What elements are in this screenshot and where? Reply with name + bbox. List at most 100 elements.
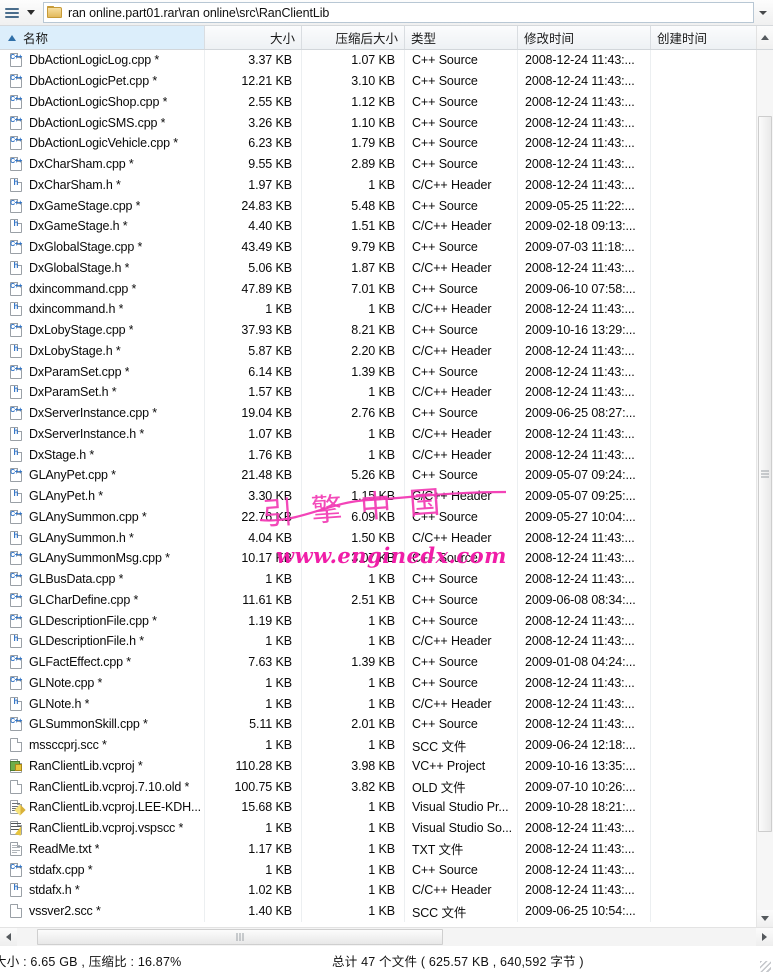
file-row[interactable]: mssccprj.scc * 1 KB 1 KB SCC 文件 2009-06-24 1… bbox=[0, 734, 756, 756]
file-row[interactable]: C++ DbActionLogicLog.cpp * 3.37 KB 1.07 KB C… bbox=[0, 50, 756, 71]
file-row[interactable]: h dxincommand.h * 1 KB 1 KB C/C++ Header 2008… bbox=[0, 299, 756, 320]
file-name-cell: h DxGlobalStage.h * bbox=[0, 257, 205, 279]
file-created-cell bbox=[651, 195, 756, 216]
file-row[interactable]: C++ GLCharDefine.cpp * 11.61 KB 2.51 KB C++ … bbox=[0, 589, 756, 611]
file-packed-size-cell: 1.15 KB bbox=[302, 485, 405, 507]
menu-icon[interactable] bbox=[4, 5, 20, 21]
file-row[interactable]: h GLAnyPet.h * 3.30 KB 1.15 KB C/C++ Header 2… bbox=[0, 485, 756, 507]
file-row[interactable]: C++ DxCharSham.cpp * 9.55 KB 2.89 KB C++ Sou… bbox=[0, 153, 756, 175]
file-modified-cell: 2008-12-24 11:43:... bbox=[518, 631, 651, 652]
file-row[interactable]: h DxCharSham.h * 1.97 KB 1 KB C/C++ Header 20… bbox=[0, 174, 756, 196]
file-size-cell: 5.87 KB bbox=[205, 340, 302, 362]
address-input[interactable]: ran online.part01.rar\ran online\src\Ran… bbox=[43, 2, 754, 23]
file-modified-cell: 2008-12-24 11:43:... bbox=[518, 50, 651, 71]
vertical-scrollbar-thumb[interactable] bbox=[758, 116, 772, 832]
horizontal-scrollbar[interactable] bbox=[0, 927, 773, 946]
file-row[interactable]: h DxLobyStage.h * 5.87 KB 2.20 KB C/C++ Head… bbox=[0, 340, 756, 362]
file-created-cell bbox=[651, 424, 756, 445]
column-header-type[interactable]: 类型 bbox=[405, 26, 518, 49]
file-modified-cell: 2009-07-03 11:18:... bbox=[518, 236, 651, 258]
file-name-text: stdafx.cpp * bbox=[29, 862, 93, 877]
file-type-cell: C++ Source bbox=[405, 278, 518, 299]
file-packed-size-cell: 2.89 KB bbox=[302, 153, 405, 175]
status-selection-info: 总计 47 个文件 ( 625.57 KB , 640,592 字节 ) bbox=[332, 955, 584, 969]
file-packed-size-cell: 1 KB bbox=[302, 568, 405, 590]
file-modified-cell: 2008-12-24 11:43:... bbox=[518, 257, 651, 279]
file-row[interactable]: RanClientLib.vcproj.7.10.old * 100.75 KB 3… bbox=[0, 776, 756, 797]
file-row[interactable]: C++ GLAnyPet.cpp * 21.48 KB 5.26 KB C++ Sour… bbox=[0, 465, 756, 486]
file-row[interactable]: h GLAnySummon.h * 4.04 KB 1.50 KB C/C++ Head… bbox=[0, 527, 756, 548]
file-name-text: GLCharDefine.cpp * bbox=[29, 592, 139, 607]
file-row[interactable]: h DxServerInstance.h * 1.07 KB 1 KB C/C++ He… bbox=[0, 423, 756, 445]
file-row[interactable]: C++ dxincommand.cpp * 47.89 KB 7.01 KB C++ S… bbox=[0, 278, 756, 299]
file-list[interactable]: C++ DbActionLogicLog.cpp * 3.37 KB 1.07 KB C… bbox=[0, 50, 756, 927]
file-row[interactable]: RanClientLib.vcproj.LEE-KDH... 15.68 KB 1 … bbox=[0, 797, 756, 818]
address-toolbar: ran online.part01.rar\ran online\src\Ran… bbox=[0, 0, 773, 26]
scrollbar-up-button[interactable] bbox=[756, 26, 773, 49]
file-row[interactable]: C++ DxGlobalStage.cpp * 43.49 KB 9.79 KB C++… bbox=[0, 236, 756, 258]
horizontal-scrollbar-track[interactable] bbox=[17, 928, 756, 946]
file-row[interactable]: vssver2.scc * 1.40 KB 1 KB SCC 文件 2009-06-25… bbox=[0, 900, 756, 922]
column-header-packed-size[interactable]: 压缩后大小 bbox=[302, 26, 405, 49]
file-type-cell: C/C++ Header bbox=[405, 257, 518, 279]
file-row[interactable]: RanClientLib.vcproj.vspscc * 1 KB 1 KB Visu… bbox=[0, 817, 756, 839]
file-row[interactable]: h GLDescriptionFile.h * 1 KB 1 KB C/C++ Head… bbox=[0, 631, 756, 652]
file-type-cell: OLD 文件 bbox=[405, 776, 518, 797]
scrollbar-right-button[interactable] bbox=[756, 928, 773, 946]
file-row[interactable]: C++ stdafx.cpp * 1 KB 1 KB C++ Source 2008-12… bbox=[0, 859, 756, 880]
column-header-created[interactable]: 创建时间 bbox=[651, 26, 756, 49]
file-row[interactable]: C++ GLFactEffect.cpp * 7.63 KB 1.39 KB C++ S… bbox=[0, 651, 756, 673]
file-row[interactable]: C++ DbActionLogicShop.cpp * 2.55 KB 1.12 KB… bbox=[0, 91, 756, 113]
file-packed-size-cell: 9.79 KB bbox=[302, 236, 405, 258]
cpp-file-icon: C++ bbox=[9, 73, 24, 89]
file-row[interactable]: C++ DxServerInstance.cpp * 19.04 KB 2.76 KB… bbox=[0, 402, 756, 424]
file-row[interactable]: C++ DxGameStage.cpp * 24.83 KB 5.48 KB C++ S… bbox=[0, 195, 756, 216]
file-size-cell: 6.23 KB bbox=[205, 133, 302, 154]
column-header-modified[interactable]: 修改时间 bbox=[518, 26, 651, 49]
scrollbar-left-button[interactable] bbox=[0, 928, 17, 946]
file-row[interactable]: C++ GLDescriptionFile.cpp * 1.19 KB 1 KB C++… bbox=[0, 610, 756, 631]
file-row[interactable]: h DxParamSet.h * 1.57 KB 1 KB C/C++ Header 20… bbox=[0, 382, 756, 403]
file-type-cell: C/C++ Header bbox=[405, 174, 518, 196]
history-dropdown-button[interactable] bbox=[22, 3, 40, 23]
cpp-file-icon: C++ bbox=[9, 550, 24, 566]
file-created-cell bbox=[651, 735, 756, 756]
file-row[interactable]: h DxStage.h * 1.76 KB 1 KB C/C++ Header 2008-… bbox=[0, 444, 756, 465]
file-row[interactable]: C++ DxParamSet.cpp * 6.14 KB 1.39 KB C++ Sou… bbox=[0, 361, 756, 382]
file-row[interactable]: C++ DbActionLogicPet.cpp * 12.21 KB 3.10 KB… bbox=[0, 70, 756, 92]
file-row[interactable]: C++ DxLobyStage.cpp * 37.93 KB 8.21 KB C++ S… bbox=[0, 319, 756, 341]
file-name-cell: C++ GLNote.cpp * bbox=[0, 672, 205, 694]
file-row[interactable]: C++ GLSummonSkill.cpp * 5.11 KB 2.01 KB C++ … bbox=[0, 714, 756, 735]
file-size-cell: 1.07 KB bbox=[205, 423, 302, 445]
file-type-cell: C/C++ Header bbox=[405, 340, 518, 362]
file-type-cell: C++ Source bbox=[405, 70, 518, 92]
file-row[interactable]: C++ GLNote.cpp * 1 KB 1 KB C++ Source 2008-12… bbox=[0, 672, 756, 694]
file-created-cell bbox=[651, 258, 756, 279]
address-dropdown-button[interactable] bbox=[754, 3, 771, 22]
file-row[interactable]: h DxGlobalStage.h * 5.06 KB 1.87 KB C/C++ He… bbox=[0, 257, 756, 279]
resize-grip-icon[interactable] bbox=[760, 961, 771, 972]
file-created-cell bbox=[651, 50, 756, 71]
column-header-name[interactable]: 名称 bbox=[0, 26, 205, 49]
file-row[interactable]: h GLNote.h * 1 KB 1 KB C/C++ Header 2008-12-2… bbox=[0, 693, 756, 714]
file-modified-cell: 2009-02-18 09:13:... bbox=[518, 216, 651, 237]
file-row[interactable]: C++ GLAnySummon.cpp * 22.76 KB 6.09 KB C++ S… bbox=[0, 506, 756, 528]
file-name-text: GLSummonSkill.cpp * bbox=[29, 717, 148, 732]
generic-file-icon bbox=[9, 903, 24, 919]
file-row[interactable]: C++ DbActionLogicSMS.cpp * 3.26 KB 1.10 KB C… bbox=[0, 112, 756, 133]
file-row[interactable]: C++ GLBusData.cpp * 1 KB 1 KB C++ Source 2008… bbox=[0, 568, 756, 590]
file-row[interactable]: h DxGameStage.h * 4.40 KB 1.51 KB C/C++ Head… bbox=[0, 216, 756, 237]
file-row[interactable]: RanClientLib.vcproj * 110.28 KB 3.98 KB VC+… bbox=[0, 755, 756, 777]
vertical-scrollbar[interactable] bbox=[756, 50, 773, 927]
file-size-cell: 12.21 KB bbox=[205, 70, 302, 92]
horizontal-scrollbar-thumb[interactable] bbox=[37, 929, 443, 945]
scrollbar-down-button[interactable] bbox=[757, 910, 773, 927]
file-row[interactable]: C++ DbActionLogicVehicle.cpp * 6.23 KB 1.79… bbox=[0, 133, 756, 154]
file-modified-cell: 2009-05-07 09:24:... bbox=[518, 465, 651, 486]
file-row[interactable]: ReadMe.txt * 1.17 KB 1 KB TXT 文件 2008-12-24 … bbox=[0, 838, 756, 860]
file-row[interactable]: C++ GLAnySummonMsg.cpp * 10.17 KB 3.07 KB C+… bbox=[0, 548, 756, 569]
column-header-size[interactable]: 大小 bbox=[205, 26, 302, 49]
file-type-cell: C++ Source bbox=[405, 465, 518, 486]
file-row[interactable]: h stdafx.h * 1.02 KB 1 KB C/C++ Header 2008-1… bbox=[0, 880, 756, 901]
file-packed-size-cell: 3.10 KB bbox=[302, 70, 405, 92]
